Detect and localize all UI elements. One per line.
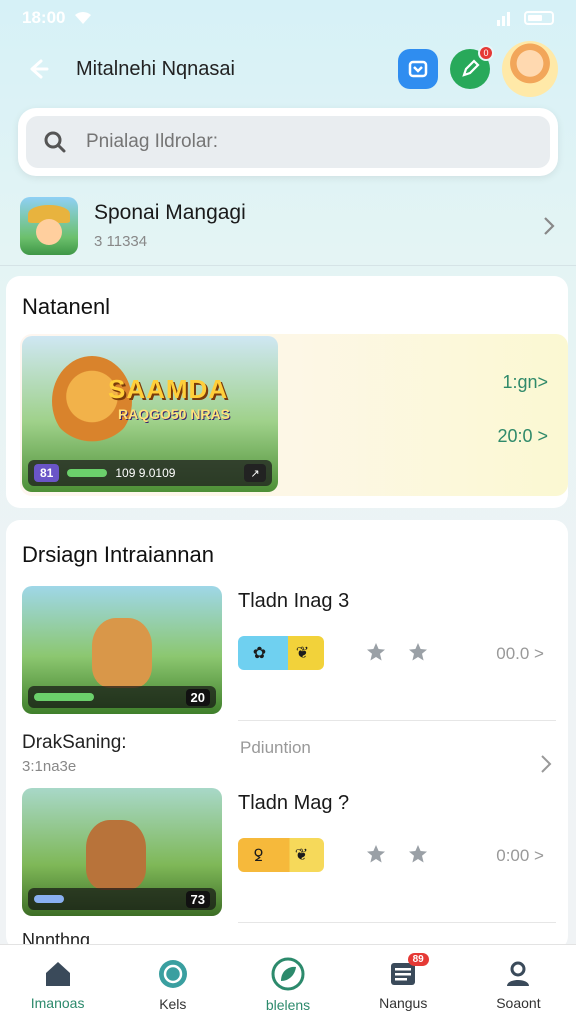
back-button[interactable] [18,49,58,89]
nav-badge: 89 [407,953,429,966]
banner-subtitle: RAQGO50 NRAS [118,406,231,422]
profile-name: Sponai Mangagi [94,201,246,224]
ribbon-icon: ꝿ [253,848,264,865]
nav-item-news[interactable]: 89 Nangus [346,945,461,1024]
tag-chip: ✿ ❦ [238,636,324,670]
banner-title: SAAMDA [108,374,229,404]
home-icon [45,961,70,986]
featured-game-banner[interactable]: SAAMDA RAQGO50 NRAS 81 109 9.0109 ↗ [22,336,278,492]
thumb-count: 20 [185,688,210,706]
thumb-bar: 20 [28,686,216,708]
header: Mitalnehi Nqnasai 0 [0,38,576,100]
tag-chip: ꝿ ❦ [238,838,324,872]
leaf-icon: ❦ [295,645,310,662]
search-bar[interactable] [26,116,550,168]
featured-title: Natanenl [22,294,111,319]
chevron-right-icon [541,755,552,773]
bottom-nav: Imanoas Kels blelens 89 Nangus Soaont [0,944,576,1024]
game-score[interactable]: 00.0 > [496,644,544,664]
star-icon [409,643,427,661]
notification-dot: 0 [478,45,494,61]
label-left-sub: 3:1na3e [22,758,77,775]
banner-progress [67,469,108,477]
nav-label: blelens [265,996,311,1013]
wifi-icon [75,11,92,24]
label-mid: Pdiuntion [240,738,311,757]
featured-stat-1[interactable]: 1:gn> [502,372,548,393]
design-title: Drsiagn Intraiannan [22,542,215,567]
nav-label: Soaont [496,994,541,1011]
star-icon [367,845,385,863]
leaf-icon: ❦ [294,847,309,864]
inbox-button[interactable] [398,49,438,89]
star-icon [367,643,385,661]
bug-icon: ✿ [252,645,267,662]
avatar[interactable] [502,41,558,97]
thumb-bar: 73 [28,888,216,910]
share-icon[interactable]: ↗ [244,464,266,482]
divider [238,922,556,923]
list-item[interactable]: 73 Tladn Mag ? ꝿ ❦ 0:00 > [20,788,556,923]
search-input[interactable] [86,131,534,153]
label-row[interactable]: DrakSaning: 3:1na3e Pdiuntion [22,732,562,782]
game-thumbnail: 20 [22,586,222,714]
pencil-icon [462,59,480,77]
nav-item-explore[interactable]: Kels [115,945,230,1024]
profile-subtitle: 3 11334 [94,233,148,250]
featured-strip[interactable]: SAAMDA RAQGO50 NRAS 81 109 9.0109 ↗ 1:gn… [20,334,568,496]
game-name: Tladn Inag 3 [238,590,350,612]
rating-stars[interactable] [366,844,428,864]
status-time: 18:00 [22,8,66,27]
featured-stat-2[interactable]: 20:0 > [497,426,548,447]
battery-icon [524,11,554,25]
banner-status-bar: 81 109 9.0109 ↗ [28,460,272,486]
nav-item-games[interactable]: blelens [230,945,345,1024]
compass-icon [158,959,187,988]
nav-label: Kels [159,995,187,1012]
nav-label: Imanoas [30,994,85,1011]
thumb-count: 73 [185,890,210,908]
nav-item-home[interactable]: Imanoas [0,945,115,1024]
inbox-icon [408,60,428,78]
game-score[interactable]: 0:00 > [496,846,544,866]
leaf-icon [271,957,305,990]
rating-stars[interactable] [366,642,428,662]
label-left: DrakSaning: [22,732,127,753]
page-title: Mitalnehi Nqnasai [76,57,235,80]
status-bar: 18:00 [0,0,576,36]
edit-button[interactable]: 0 [450,45,494,89]
divider [238,720,556,721]
nav-label: Nangus [379,994,428,1011]
chevron-right-icon [544,216,555,235]
profile-thumbnail [20,196,78,255]
search-icon [44,131,66,153]
signal-icon [497,12,510,26]
profile-row[interactable]: Sponai Mangagi 3 11334 [0,186,576,266]
star-icon [409,845,427,863]
game-name: Tladn Mag ? [238,792,350,814]
search-container [18,108,558,176]
game-thumbnail: 73 [22,788,222,916]
person-icon [507,961,530,986]
featured-card: Natanenl SAAMDA RAQGO50 NRAS 81 109 9.01… [6,276,568,508]
banner-stats: 109 9.0109 [115,466,176,480]
design-card: Drsiagn Intraiannan 20 Tladn Inag 3 ✿ ❦ 0… [6,520,568,950]
list-item[interactable]: 20 Tladn Inag 3 ✿ ❦ 00.0 > [20,586,556,721]
banner-level: 81 [34,464,60,482]
nav-item-profile[interactable]: Soaont [461,945,576,1024]
arrow-left-icon [30,59,49,79]
